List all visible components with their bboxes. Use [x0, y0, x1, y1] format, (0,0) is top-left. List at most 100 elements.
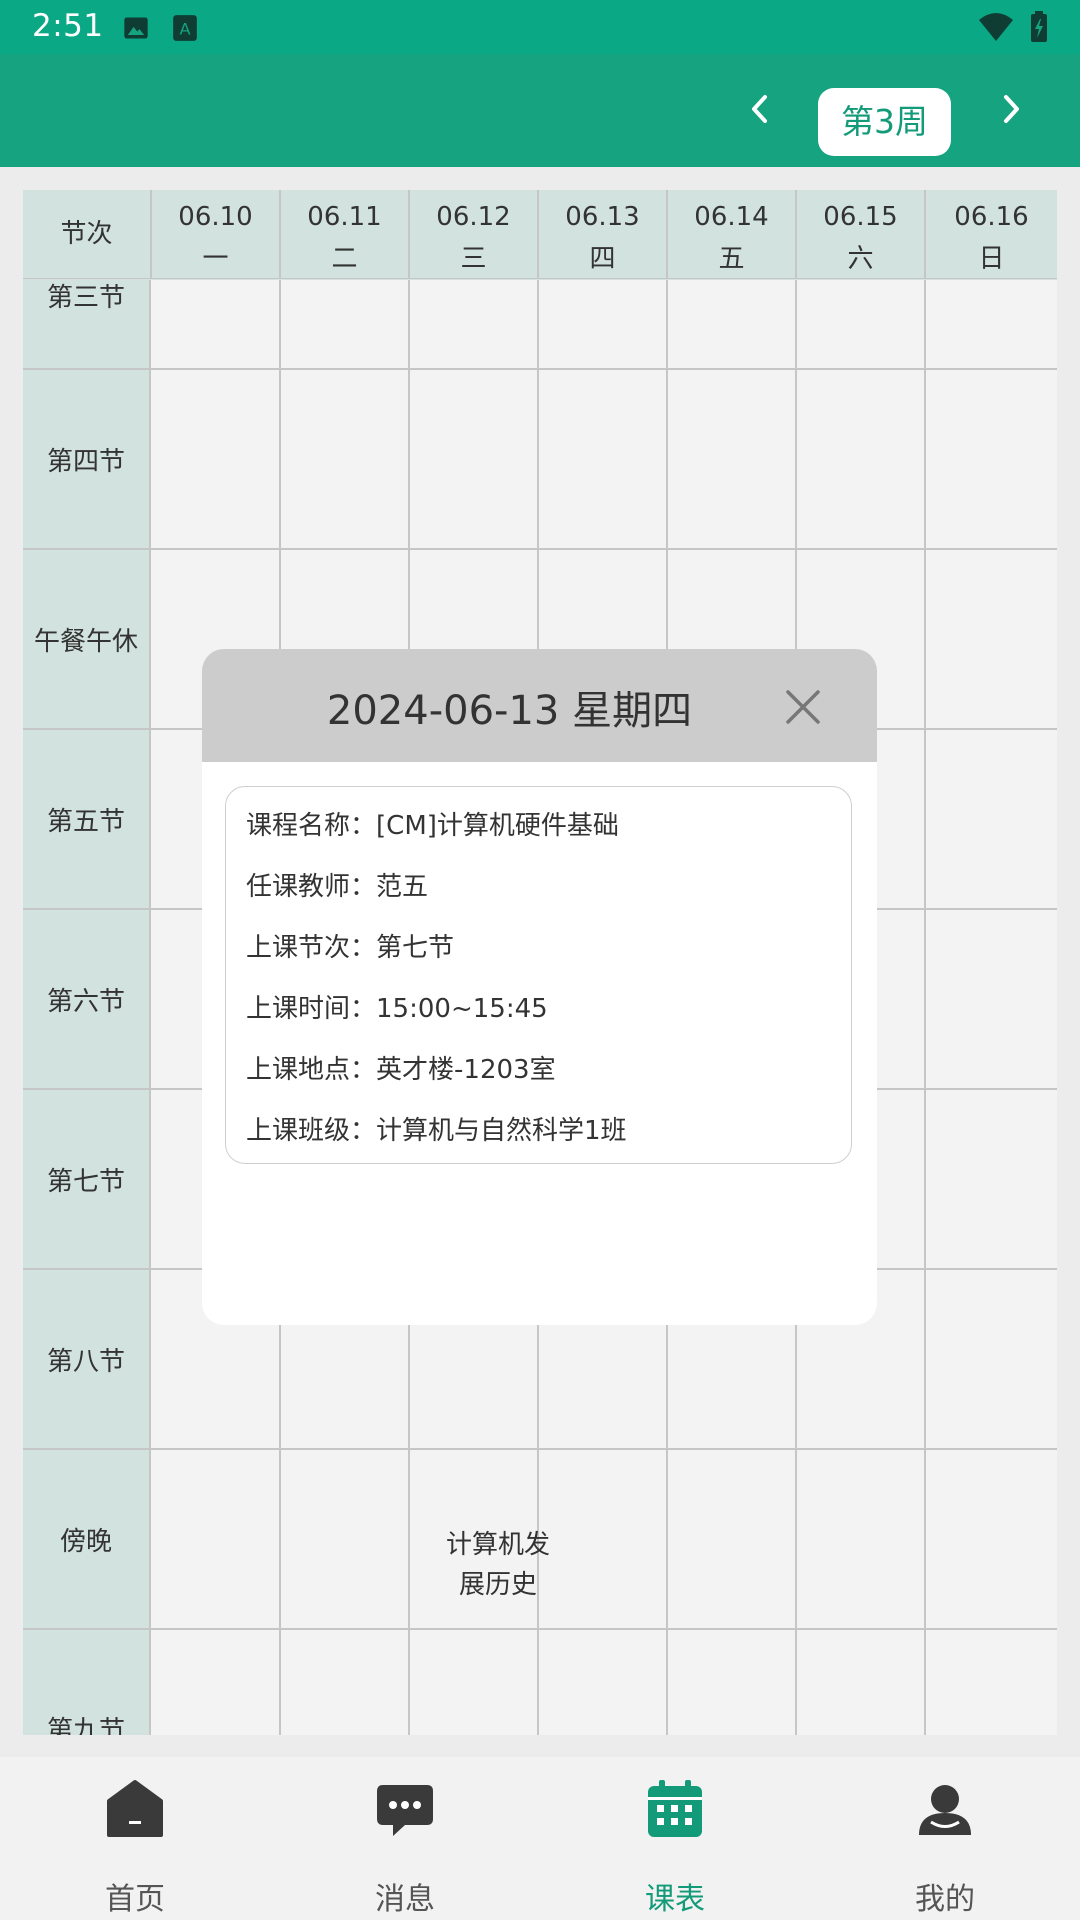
course-cell-label[interactable]: 计算机发 展历史 — [436, 1525, 560, 1605]
timetable-cell[interactable] — [539, 265, 668, 368]
day-header: 06.12 三 — [410, 190, 539, 279]
timetable-cell[interactable] — [668, 265, 797, 368]
info-course-name: 课程名称：[CM]计算机硬件基础 — [246, 805, 619, 842]
day-date: 06.15 — [823, 202, 898, 232]
period-label: 第五节 — [23, 730, 151, 908]
day-date: 06.10 — [178, 202, 253, 232]
timetable-cell[interactable] — [668, 1450, 797, 1628]
day-header: 06.15 六 — [797, 190, 926, 279]
timetable-cell[interactable] — [797, 1450, 926, 1628]
day-weekday: 五 — [718, 244, 745, 274]
info-value: 第七节 — [376, 933, 455, 963]
period-label: 傍晚 — [23, 1450, 151, 1628]
period-label: 第四节 — [23, 370, 151, 548]
previous-week-chevron-icon[interactable] — [738, 87, 782, 131]
info-teacher: 任课教师：范五 — [246, 866, 428, 903]
day-weekday: 四 — [589, 244, 616, 274]
day-header: 06.10 一 — [152, 190, 281, 279]
day-header: 06.16 日 — [926, 190, 1057, 279]
svg-text:A: A — [179, 19, 190, 38]
timetable-cell[interactable] — [410, 370, 539, 548]
status-bar: 2:51 A — [0, 0, 1080, 54]
timetable-header-row: 节次 06.10 一 06.11 二 06.12 三 06.13 四 06.14… — [23, 190, 1057, 280]
timetable-cell[interactable] — [281, 265, 410, 368]
day-weekday: 一 — [202, 244, 229, 274]
timetable-cell[interactable] — [281, 370, 410, 548]
timetable-cell[interactable] — [926, 1090, 1057, 1268]
message-icon — [377, 1785, 433, 1836]
day-weekday: 三 — [460, 244, 487, 274]
nav-profile[interactable]: 我的 — [810, 1757, 1080, 1920]
day-header: 06.13 四 — [539, 190, 668, 279]
timetable-cell[interactable] — [539, 1630, 668, 1735]
day-date: 06.14 — [694, 202, 769, 232]
info-period: 上课节次：第七节 — [246, 927, 454, 964]
timetable-cell[interactable] — [410, 265, 539, 368]
period-label: 第九节 — [23, 1630, 151, 1735]
day-header: 06.14 五 — [668, 190, 797, 279]
next-week-chevron-icon[interactable] — [989, 87, 1033, 131]
app-header: 第3周 — [0, 54, 1080, 167]
period-label: 第三节 — [23, 265, 151, 368]
timetable-cell[interactable] — [797, 370, 926, 548]
nav-timetable[interactable]: 课表 — [540, 1757, 810, 1920]
day-weekday: 二 — [331, 244, 358, 274]
day-weekday: 六 — [847, 244, 874, 274]
day-header: 06.11 二 — [281, 190, 410, 279]
nav-label: 我的 — [915, 1882, 975, 1917]
timetable-row: 第四节 — [23, 370, 1057, 550]
timetable-row: 第九节 — [23, 1630, 1057, 1735]
course-detail-dialog: 2024-06-13 星期四 课程名称：[CM]计算机硬件基础 任课教师：范五 … — [202, 649, 877, 1325]
timetable-cell[interactable] — [926, 910, 1057, 1088]
course-info-card: 课程名称：[CM]计算机硬件基础 任课教师：范五 上课节次：第七节 上课时间：1… — [225, 786, 852, 1164]
timetable-cell[interactable] — [152, 370, 281, 548]
period-label: 第七节 — [23, 1090, 151, 1268]
timetable-cell[interactable] — [926, 550, 1057, 728]
nav-label: 课表 — [645, 1882, 705, 1917]
dialog-header: 2024-06-13 星期四 — [202, 649, 877, 762]
timetable-row: 第三节 — [23, 265, 1057, 370]
timetable-cell[interactable] — [152, 265, 281, 368]
timetable-cell[interactable] — [926, 730, 1057, 908]
wifi-icon — [979, 13, 1013, 41]
timetable-cell[interactable] — [281, 1630, 410, 1735]
timetable-cell[interactable] — [926, 1270, 1057, 1448]
nav-messages[interactable]: 消息 — [270, 1757, 540, 1920]
timetable-cell[interactable] — [152, 1450, 281, 1628]
week-selector[interactable]: 第3周 — [818, 88, 951, 156]
bottom-navigation: 首页 消息 课表 我的 — [0, 1757, 1080, 1920]
timetable-cell[interactable] — [797, 1630, 926, 1735]
info-value: 15:00~15:45 — [376, 994, 548, 1024]
timetable-cell[interactable] — [668, 1630, 797, 1735]
timetable-cell[interactable] — [797, 265, 926, 368]
nav-home[interactable]: 首页 — [0, 1757, 270, 1920]
timetable-cell[interactable] — [926, 1630, 1057, 1735]
info-label: 课程名称： — [246, 811, 377, 841]
course-text-line: 展历史 — [458, 1570, 537, 1600]
info-class: 上课班级：计算机与自然科学1班 — [246, 1110, 627, 1147]
day-date: 06.16 — [954, 202, 1029, 232]
user-icon — [919, 1785, 971, 1835]
day-date: 06.13 — [565, 202, 640, 232]
timetable-cell[interactable] — [926, 265, 1057, 368]
timetable-cell[interactable] — [668, 370, 797, 548]
info-value: 计算机与自然科学1班 — [376, 1116, 627, 1146]
period-label: 午餐午休 — [23, 550, 151, 728]
timetable-cell[interactable] — [152, 1630, 281, 1735]
keyboard-a-icon: A — [173, 15, 197, 41]
battery-icon — [1031, 11, 1047, 42]
status-time: 2:51 — [32, 8, 104, 44]
timetable-cell[interactable] — [410, 1630, 539, 1735]
info-label: 上课班级： — [246, 1116, 377, 1146]
day-date: 06.11 — [307, 202, 382, 232]
timetable-cell[interactable] — [926, 370, 1057, 548]
info-time: 上课时间：15:00~15:45 — [246, 988, 548, 1025]
timetable-cell[interactable] — [539, 370, 668, 548]
info-value: 范五 — [376, 872, 429, 902]
image-icon — [124, 17, 148, 39]
timetable-cell[interactable] — [281, 1450, 410, 1628]
close-icon[interactable] — [785, 689, 821, 725]
dialog-title: 2024-06-13 星期四 — [326, 688, 693, 734]
course-text-line: 计算机发 — [445, 1530, 550, 1560]
timetable-cell[interactable] — [926, 1450, 1057, 1628]
